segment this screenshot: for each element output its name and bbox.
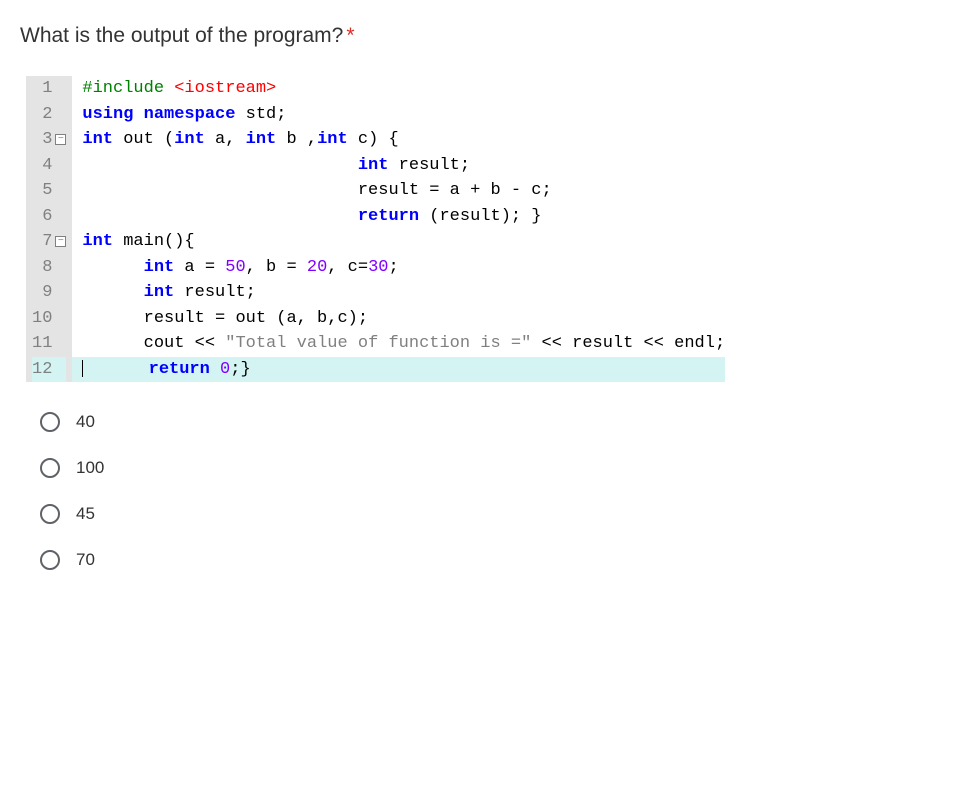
required-asterisk: * [346, 24, 354, 47]
code-line: using namespace std; [82, 102, 725, 128]
code-area: #include <iostream> using namespace std;… [72, 76, 725, 382]
option-label: 70 [76, 550, 95, 570]
line-number: 8 [42, 255, 52, 281]
line-number: 5 [42, 178, 52, 204]
answer-option[interactable]: 40 [40, 412, 956, 432]
line-number: 3 [42, 127, 52, 153]
fold-icon[interactable]: − [55, 134, 66, 145]
code-line: cout << "Total value of function is =" <… [82, 331, 725, 357]
question-label: What is the output of the program? [20, 24, 343, 47]
code-line: int a = 50, b = 20, c=30; [82, 255, 725, 281]
answer-option[interactable]: 45 [40, 504, 956, 524]
option-label: 100 [76, 458, 104, 478]
radio-icon [40, 550, 60, 570]
answer-option[interactable]: 100 [40, 458, 956, 478]
line-number: 10 [32, 306, 52, 332]
code-line: result = out (a, b,c); [82, 306, 725, 332]
code-line-current: return 0;} [72, 357, 725, 383]
line-number: 6 [42, 204, 52, 230]
line-number: 12 [32, 357, 52, 383]
line-number: 2 [42, 102, 52, 128]
line-number: 11 [32, 331, 52, 357]
option-label: 40 [76, 412, 95, 432]
radio-icon [40, 504, 60, 524]
line-gutter: 1 2 3− 4 5 6 7− 8 9 10 11 12 [26, 76, 72, 382]
code-line: int result; [82, 280, 725, 306]
fold-icon[interactable]: − [55, 236, 66, 247]
code-line: int out (int a, int b ,int c) { [82, 127, 725, 153]
code-line: return (result); } [82, 204, 725, 230]
code-block: 1 2 3− 4 5 6 7− 8 9 10 11 12 #include <i… [26, 76, 956, 382]
radio-icon [40, 458, 60, 478]
line-number: 7 [42, 229, 52, 255]
line-number: 9 [42, 280, 52, 306]
code-line: result = a + b - c; [82, 178, 725, 204]
option-label: 45 [76, 504, 95, 524]
code-line: int main(){ [82, 229, 725, 255]
answer-options: 40 100 45 70 [40, 412, 956, 570]
code-line: #include <iostream> [82, 76, 725, 102]
radio-icon [40, 412, 60, 432]
line-number: 4 [42, 153, 52, 179]
line-number: 1 [42, 76, 52, 102]
code-line: int result; [82, 153, 725, 179]
question-text: What is the output of the program?* [20, 24, 956, 48]
cursor-icon [82, 360, 83, 377]
answer-option[interactable]: 70 [40, 550, 956, 570]
